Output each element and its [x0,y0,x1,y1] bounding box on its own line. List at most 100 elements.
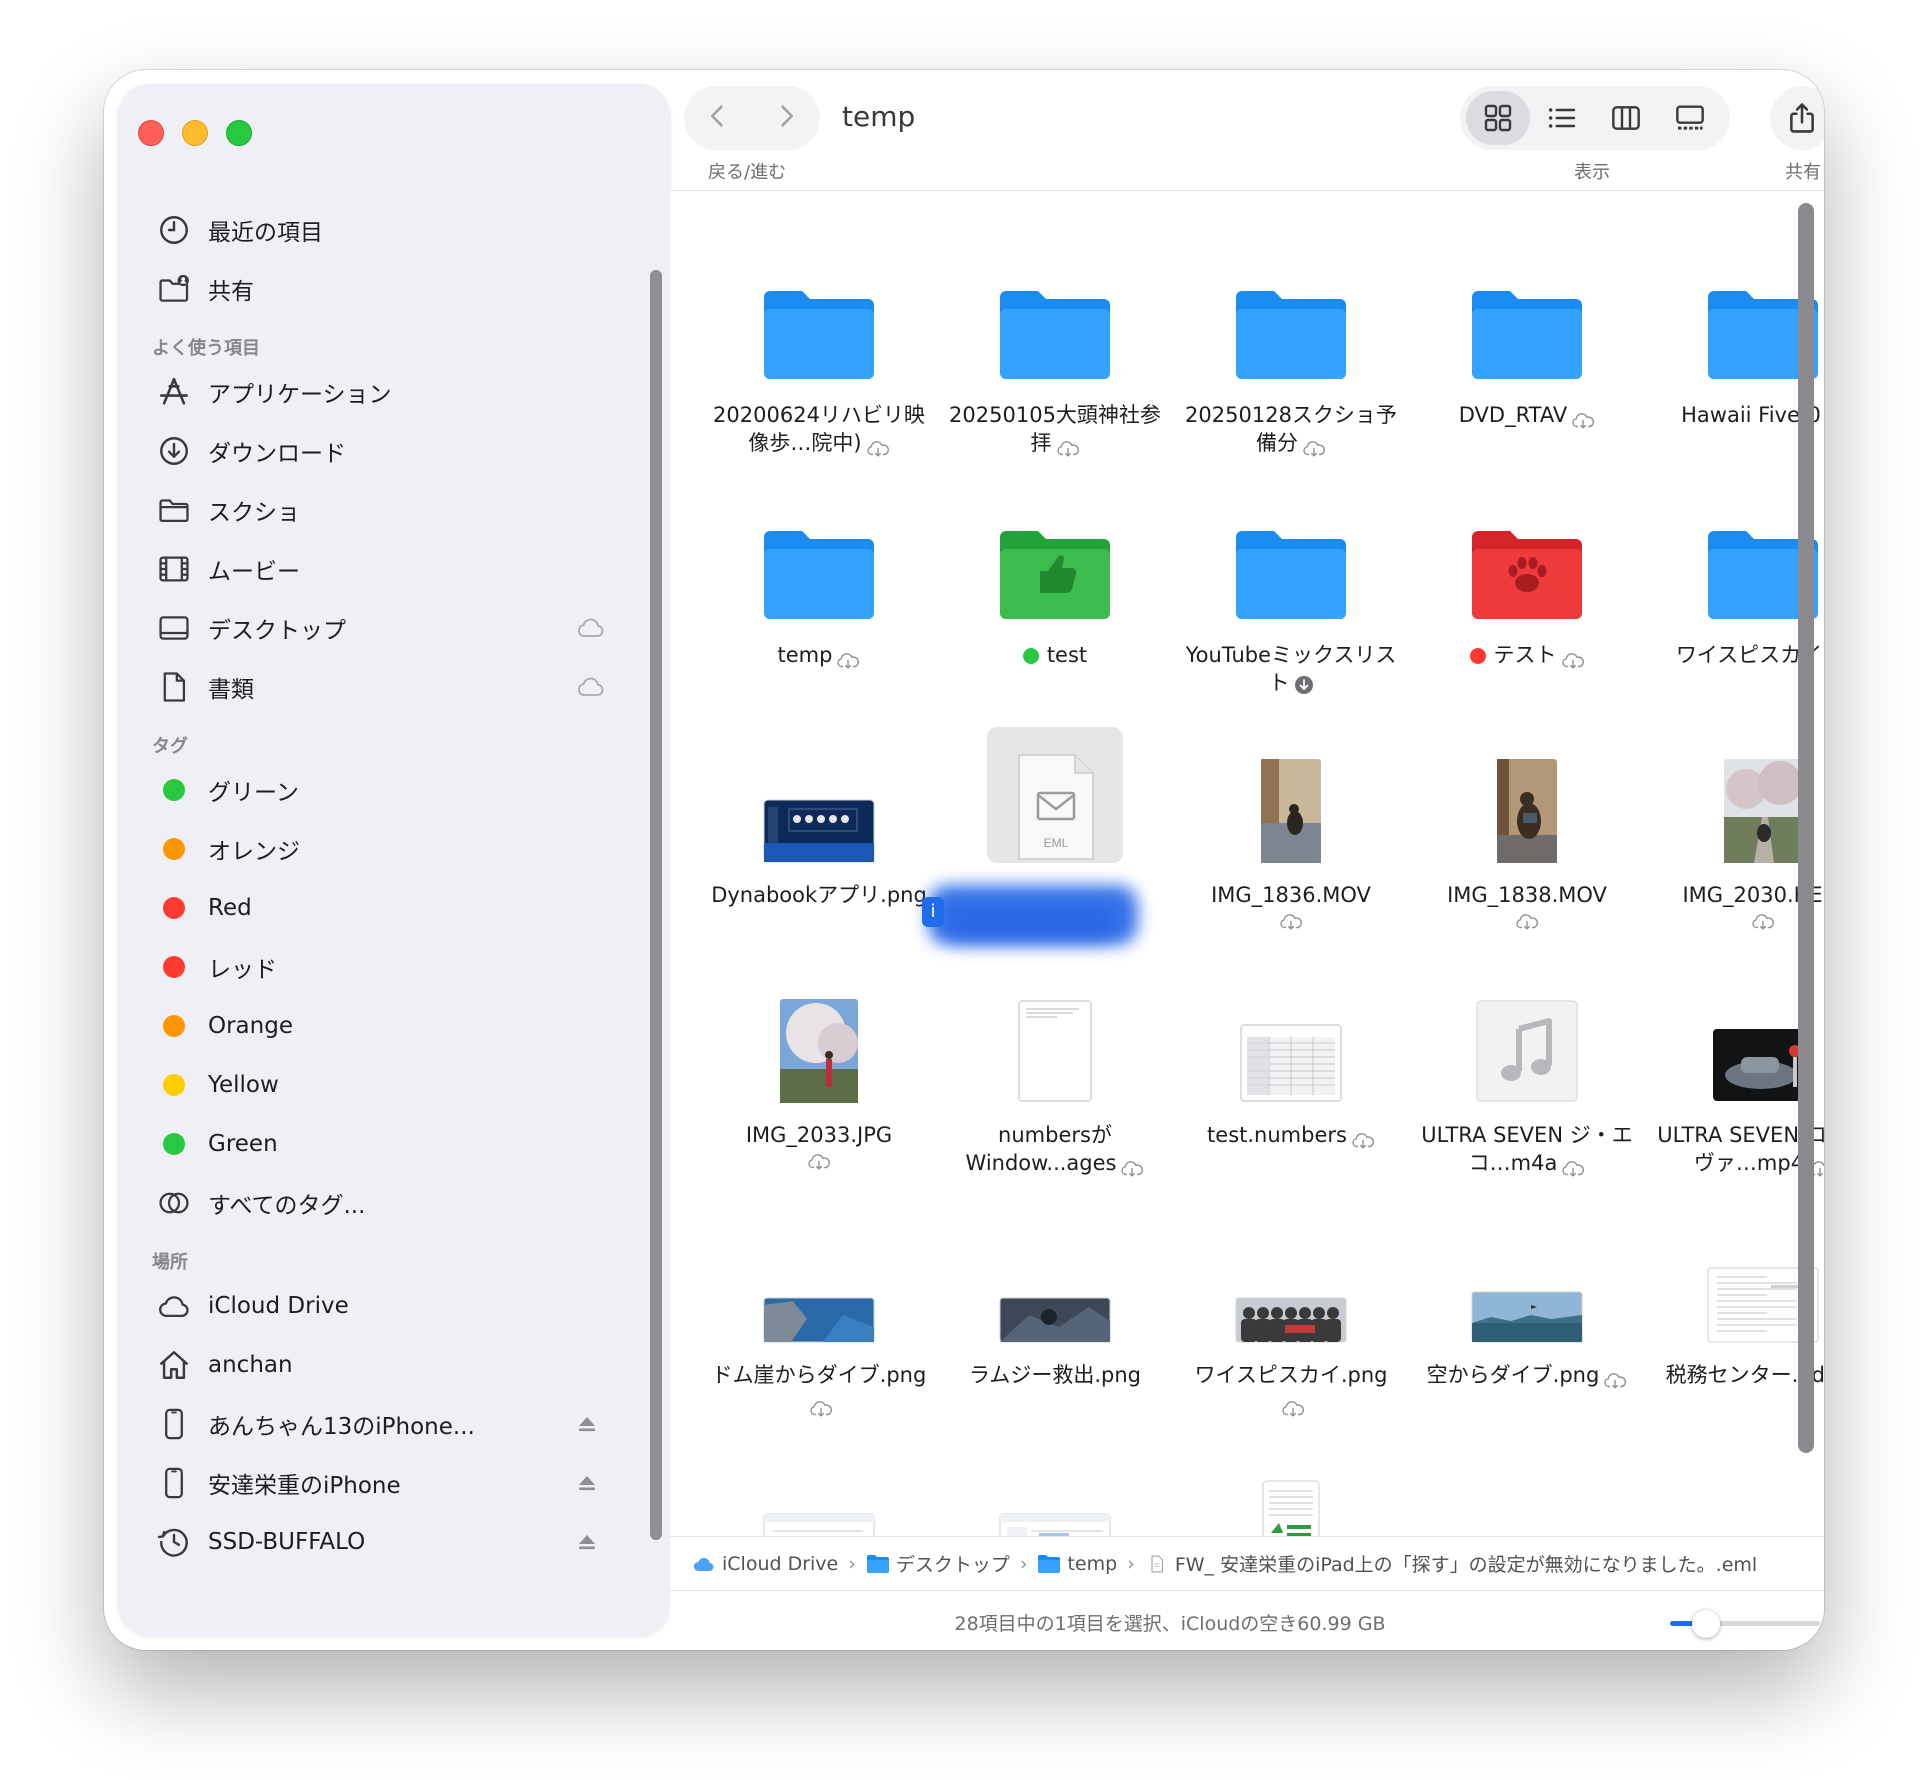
sidebar-item-location[interactable]: あんちゃん13のiPhone... [118,1394,638,1453]
minimize-button[interactable] [182,120,208,146]
sidebar-item-tag[interactable]: グリーン [118,760,638,819]
path-segment[interactable]: iCloud Drive [692,1553,838,1575]
file-item[interactable]: numbersがWindow...ages [940,953,1170,1193]
redacted-filename [944,903,1118,939]
icloud-download-icon[interactable] [1751,909,1775,930]
image-screen-thumbnail-icon [754,753,884,863]
share-button[interactable] [1770,86,1824,150]
sidebar-item-label: アプリケーション [208,381,392,408]
folder-item[interactable]: 20250105大頭神社参拝 [940,233,1170,473]
file-item[interactable]: test.numbers [1176,953,1406,1193]
content-scrollbar[interactable] [1798,203,1814,1453]
sidebar-item-tag[interactable]: オレンジ [118,819,638,878]
icon-size-slider[interactable] [1670,1610,1820,1638]
sidebar-item-download[interactable]: ダウンロード [118,421,638,480]
sidebar-item-tag[interactable]: Red [118,878,638,937]
path-segment[interactable]: FW_ 安達栄重のiPad上の「探す」の設定が無効になりました。.eml [1145,1550,1757,1577]
sidebar-item-tag[interactable]: レッド [118,937,638,996]
photo-dog2-thumbnail-icon [1462,753,1592,863]
sidebar-item-clock[interactable]: 最近の項目 [118,200,638,259]
eject-icon[interactable] [574,1471,606,1495]
folder-item[interactable]: 20250128スクショ予備分 [1176,233,1406,473]
file-item[interactable]: 空からダイブ.png [1412,1193,1642,1433]
folder-item[interactable]: 20200624リハビリ映像歩…院中) [704,233,934,473]
path-separator: › [1127,1552,1135,1575]
sidebar-item-location[interactable]: iCloud Drive [118,1276,638,1335]
file-item[interactable]: IMG_2033.JPG [704,953,934,1193]
sidebar-item-label: レッド [208,956,277,983]
eject-icon[interactable] [574,1412,606,1436]
icloud-download-icon[interactable] [1279,909,1303,930]
applications-icon [156,374,192,410]
folder-item[interactable]: テスト [1412,473,1642,713]
folder-item[interactable]: test [940,473,1170,713]
folder-item[interactable]: DVD_RTAV [1412,233,1642,473]
file-item[interactable]: IMG_1838.MOV [1412,713,1642,953]
folder-item[interactable]: temp [704,473,934,713]
audio-thumbnail-icon [1462,993,1592,1103]
sidebar-item-tag[interactable]: Orange [118,996,638,1055]
folder-icon [866,1554,896,1574]
list-icon [1548,108,1576,128]
icloud-download-icon[interactable] [836,648,860,669]
list-view-button[interactable] [1530,91,1594,145]
home-icon [156,1347,192,1383]
icloud-download-icon[interactable] [1561,648,1585,669]
sidebar-item-document[interactable]: 書類 [118,657,638,716]
icloud-download-icon[interactable] [1302,436,1326,457]
icloud-download-icon[interactable] [1561,1156,1585,1177]
sidebar-item-tag[interactable]: Green [118,1114,638,1173]
file-item[interactable]: ワイスピスカイ.png [1176,1193,1406,1433]
icloud-download-icon[interactable] [1603,1368,1627,1389]
sidebar-item-location[interactable]: 安達栄重のiPhone [118,1453,638,1512]
forward-button[interactable] [772,102,800,134]
icloud-download-icon[interactable] [1056,436,1080,457]
file-name: temp [704,641,934,669]
file-item[interactable]: Dynabookアプリ.png [704,713,934,953]
icloud-download-icon[interactable] [866,436,890,457]
doc-blank-thumbnail-icon [990,993,1120,1103]
sidebar-item-shared-folder[interactable]: 共有 [118,259,638,318]
folder-icon [1226,273,1356,383]
sidebar-item-desktop[interactable]: デスクトップ [118,598,638,657]
file-item[interactable]: IMG_1836.MOV [1176,713,1406,953]
tag-color-dot [156,1008,192,1044]
image-sky-thumbnail-icon [1462,1233,1592,1343]
icloud-download-icon[interactable] [809,1396,833,1417]
icloud-download-icon[interactable] [1120,1156,1144,1177]
path-segment[interactable]: デスクトップ [866,1550,1010,1577]
file-item[interactable]: ULTRA SEVEN ジ・エコ…m4a [1412,953,1642,1193]
slider-knob[interactable] [1692,1610,1720,1638]
sidebar-item-tag[interactable]: Yellow [118,1055,638,1114]
gallery-view-button[interactable] [1658,91,1722,145]
file-item[interactable]: ラムジー救出.png [940,1193,1170,1433]
column-view-button[interactable] [1594,91,1658,145]
path-bar: iCloud Drive › デスクトップ › temp › FW_ 安達栄重のiPad上の… [670,1536,1824,1590]
close-button[interactable] [138,120,164,146]
sidebar-item-label: ムービー [208,558,300,585]
icon-view-button[interactable] [1466,91,1530,145]
file-item[interactable]: ドム崖からダイブ.png [704,1193,934,1433]
sidebar-item-location[interactable]: anchan [118,1335,638,1394]
icloud-download-icon[interactable] [1571,408,1595,429]
file-item[interactable]: EML i [922,713,1170,953]
sidebar-item-label: あんちゃん13のiPhone... [208,1413,475,1440]
icloud-download-icon[interactable] [1281,1396,1305,1417]
path-segment[interactable]: temp [1037,1553,1117,1575]
back-button[interactable] [704,102,732,134]
sidebar-item-folder[interactable]: スクショ [118,480,638,539]
eml-thumbnail-icon: EML [990,753,1120,863]
folder-item[interactable]: YouTubeミックスリスト [1176,473,1406,713]
zoom-button[interactable] [226,120,252,146]
file-name: 空からダイブ.png [1412,1361,1642,1389]
sidebar-item-label: anchan [208,1351,293,1378]
sidebar-item-film[interactable]: ムービー [118,539,638,598]
sidebar-item-applications[interactable]: アプリケーション [118,362,638,421]
sidebar-item-location[interactable]: SSD-BUFFALO [118,1512,638,1571]
icloud-download-icon[interactable] [807,1149,831,1170]
sidebar-scrollbar[interactable] [650,270,662,1540]
icloud-download-icon[interactable] [1515,909,1539,930]
icloud-download-icon[interactable] [1351,1128,1375,1149]
sidebar-item-all-tags[interactable]: すべてのタグ... [118,1173,638,1232]
eject-icon[interactable] [574,1530,606,1554]
